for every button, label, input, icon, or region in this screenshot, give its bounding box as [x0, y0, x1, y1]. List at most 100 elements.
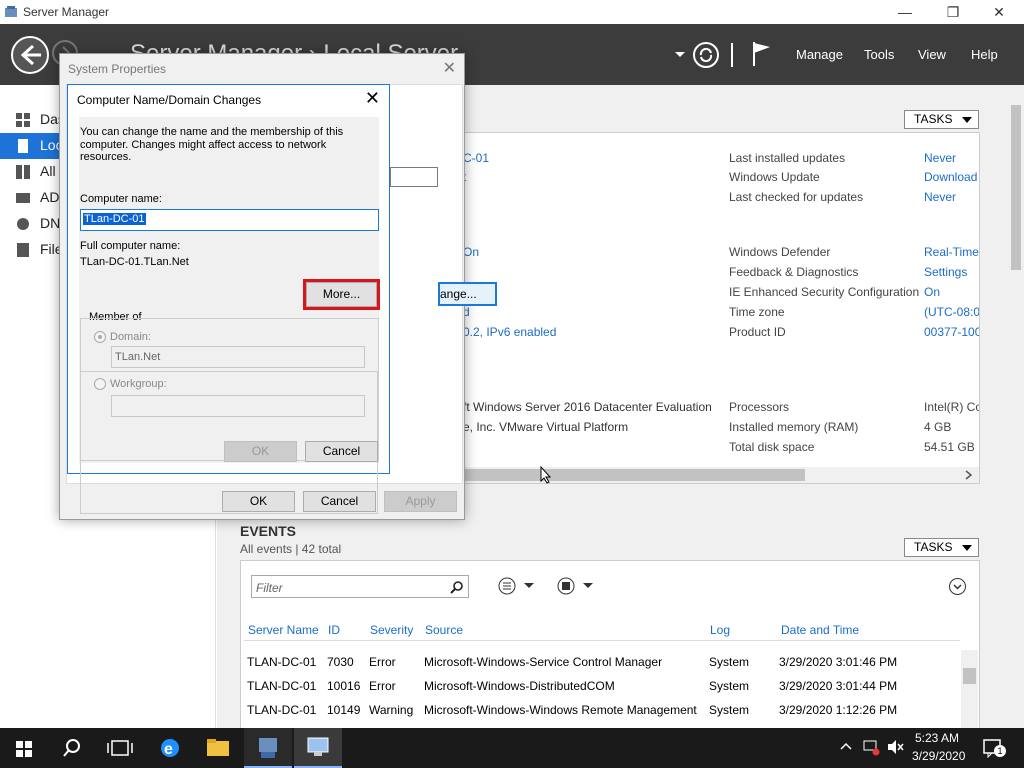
domain-radio[interactable] [94, 331, 106, 343]
clock-time[interactable]: 5:23 AM [915, 731, 959, 745]
scrollbar-thumb[interactable] [963, 668, 976, 684]
close-icon[interactable]: ✕ [365, 88, 380, 109]
table-row[interactable]: TLAN-DC-01 10016 Error Microsoft-Windows… [247, 679, 957, 697]
chevron-right-icon[interactable] [965, 470, 973, 480]
network-icon[interactable] [862, 738, 880, 756]
chevron-down-icon [953, 584, 962, 590]
expand-events-button[interactable] [949, 578, 966, 595]
computer-name-input[interactable]: TLan-DC-01 [80, 209, 379, 231]
prop-value-link[interactable]: Settings [924, 265, 967, 279]
cell-source: Microsoft-Windows-DistributedCOM [424, 679, 615, 693]
back-button[interactable] [11, 36, 49, 74]
prop-value-link[interactable]: Download [924, 170, 977, 184]
workgroup-radio[interactable] [94, 378, 106, 390]
cell-severity: Warning [369, 703, 414, 717]
search-button[interactable] [48, 728, 96, 768]
cell-severity: Error [369, 679, 396, 693]
system-properties-taskbar-button[interactable] [294, 728, 342, 768]
refresh-button[interactable] [693, 42, 719, 68]
action-center-button[interactable]: 1 [982, 738, 1006, 759]
domain-input[interactable]: TLan.Net [111, 346, 365, 368]
server-manager-taskbar-button[interactable] [244, 728, 292, 768]
window-title: Server Manager [23, 5, 110, 19]
cell-log: System [709, 703, 750, 717]
prop-label: Installed memory (RAM) [729, 420, 859, 434]
events-tasks-button[interactable]: TASKS [904, 538, 979, 557]
refresh-icon [699, 47, 713, 63]
folder-icon [207, 739, 229, 756]
cell-id: 7030 [327, 655, 354, 669]
cell-server: TLAN-DC-01 [247, 703, 317, 717]
file-explorer-button[interactable] [194, 728, 242, 768]
clock-date[interactable]: 3/29/2020 [912, 749, 965, 763]
workgroup-input[interactable] [111, 395, 365, 417]
start-button[interactable] [0, 728, 48, 768]
prop-value-link[interactable]: Real-Time [924, 245, 979, 259]
prop-label: Product ID [729, 325, 786, 339]
internet-explorer-icon: e [161, 739, 179, 758]
column-header-server-name[interactable]: Server Name [248, 623, 319, 637]
change-button[interactable]: ange... [438, 282, 497, 306]
menu-help[interactable]: Help [971, 47, 998, 62]
flag-icon[interactable] [752, 40, 772, 68]
directory-icon [16, 193, 30, 203]
menu-view[interactable]: View [918, 47, 946, 62]
search-icon[interactable] [450, 580, 464, 594]
tasks-label: TASKS [914, 540, 953, 554]
server-icon [18, 139, 28, 153]
chevron-up-icon[interactable] [840, 741, 852, 751]
close-button[interactable]: ✕ [976, 2, 1022, 22]
apply-button[interactable]: Apply [384, 491, 457, 512]
prop-value-link[interactable]: Never [924, 151, 956, 165]
prop-label: Total disk space [729, 440, 815, 454]
full-name-value: TLan-DC-01.TLan.Net [80, 256, 189, 268]
speaker-muted-icon[interactable] [886, 738, 904, 756]
prop-value-link[interactable]: (UTC-08:0 [924, 305, 979, 319]
maximize-button[interactable]: ❐ [930, 2, 976, 22]
minimize-button[interactable]: — [882, 2, 928, 22]
cell-datetime: 3/29/2020 3:01:46 PM [779, 655, 898, 669]
scrollbar-thumb[interactable] [463, 469, 805, 481]
cell-source: Microsoft-Windows-Windows Remote Managem… [424, 703, 697, 717]
task-view-button[interactable] [96, 728, 144, 768]
menu-manage[interactable]: Manage [796, 47, 843, 62]
description-field[interactable] [390, 167, 438, 187]
events-vscrollbar[interactable] [961, 650, 978, 730]
internet-explorer-button[interactable]: e [146, 728, 194, 768]
list-options-button[interactable] [496, 576, 536, 596]
column-header-id[interactable]: ID [328, 623, 340, 637]
computer-name-dialog: Computer Name/Domain Changes ✕ You can c… [67, 84, 390, 514]
windows-logo-icon [16, 741, 32, 757]
change-label: ange... [440, 287, 477, 301]
computer-name-value: TLan-DC-01 [83, 213, 146, 225]
full-name-label: Full computer name: [80, 240, 181, 252]
column-header-date-time[interactable]: Date and Time [781, 623, 859, 637]
main-vscrollbar[interactable] [1008, 85, 1024, 728]
ok-button[interactable]: OK [224, 441, 297, 462]
prop-value-link[interactable]: On [924, 285, 940, 299]
scrollbar-thumb[interactable] [1011, 105, 1021, 270]
menu-tools[interactable]: Tools [864, 47, 894, 62]
column-header-source[interactable]: Source [425, 623, 463, 637]
prop-label: Last installed updates [729, 151, 846, 165]
table-row[interactable]: TLAN-DC-01 10149 Warning Microsoft-Windo… [247, 703, 957, 721]
chevron-down-icon [962, 545, 972, 551]
search-icon [63, 739, 80, 757]
save-query-button[interactable] [556, 576, 596, 596]
servers-icon [16, 165, 30, 179]
more-button[interactable]: More... [306, 282, 377, 307]
cancel-button[interactable]: Cancel [305, 441, 378, 462]
column-header-log[interactable]: Log [710, 623, 730, 637]
dns-icon [17, 218, 29, 230]
close-icon[interactable]: ✕ [443, 58, 456, 78]
prop-value-link[interactable]: Never [924, 190, 956, 204]
events-filter-input[interactable]: Filter [251, 575, 469, 598]
description-text: You can change the name and the membersh… [80, 126, 344, 138]
properties-tasks-button[interactable]: TASKS [904, 110, 979, 129]
column-header-severity[interactable]: Severity [370, 623, 413, 637]
svg-text:e: e [164, 741, 173, 758]
chevron-down-icon[interactable] [675, 51, 685, 59]
workgroup-label: Workgroup: [110, 378, 167, 390]
table-row[interactable]: TLAN-DC-01 7030 Error Microsoft-Windows-… [247, 655, 957, 673]
prop-value-link[interactable]: 00377-100 [924, 325, 979, 339]
